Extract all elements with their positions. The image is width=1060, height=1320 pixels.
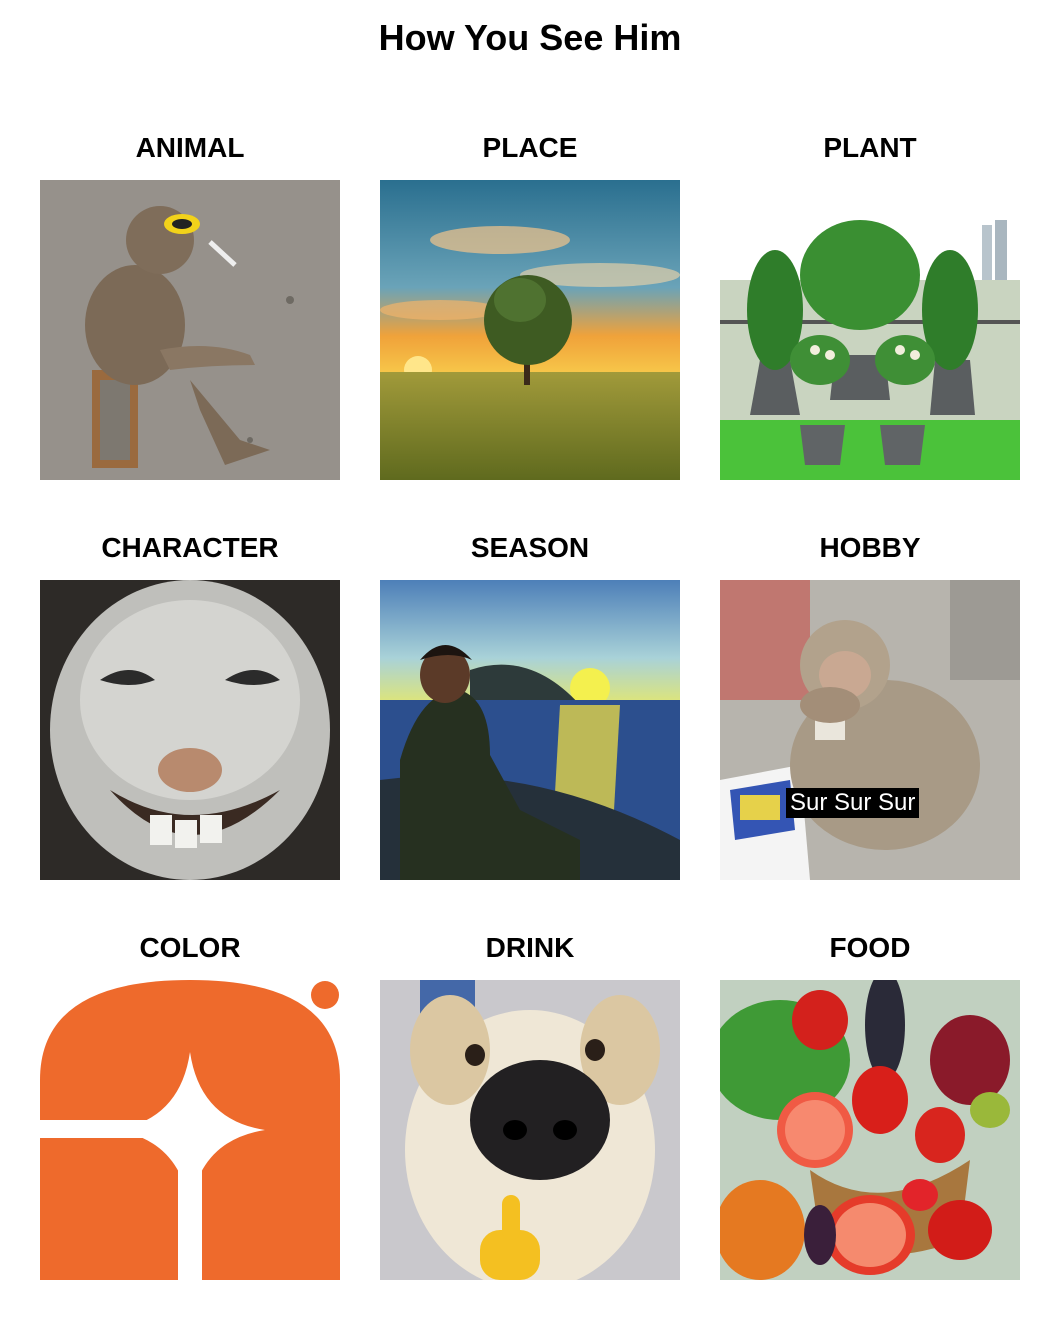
- cell-label: COLOR: [139, 932, 241, 963]
- cell-label: PLACE: [482, 132, 578, 163]
- orange-logo-image: [40, 980, 340, 1280]
- grid-cell-place: PLACE: [380, 128, 680, 480]
- grid-cell-drink: DRINK: [380, 928, 680, 1280]
- sunset-field-image: [380, 180, 680, 480]
- grid-cell-food: FOOD: [720, 928, 1020, 1280]
- sunset-lake-painting-image: [380, 580, 680, 880]
- grid-cell-character: CHARACTER: [40, 528, 340, 880]
- grid-cell-hobby: HOBBY Sur Sur Sur: [720, 528, 1020, 880]
- potted-plants-image: [720, 180, 1020, 480]
- page-title: How You See Him: [378, 17, 682, 58]
- fruits-vegetables-image: [720, 980, 1020, 1280]
- cell-label: HOBBY: [819, 532, 921, 563]
- puppy-image: [380, 980, 680, 1280]
- grid-cell-color: COLOR: [40, 928, 340, 1280]
- grid-cell-plant: PLANT: [720, 128, 1020, 480]
- cell-label: SEASON: [470, 532, 590, 563]
- cell-label: ANIMAL: [135, 132, 245, 163]
- smiling-animal-image: [40, 580, 340, 880]
- cell-label: PLANT: [823, 132, 917, 163]
- monkey-sniffing-image: Sur Sur Sur: [720, 580, 1020, 880]
- cell-label: FOOD: [829, 932, 911, 963]
- monkey-image: [40, 180, 340, 480]
- grid-cell-season: SEASON: [380, 528, 680, 880]
- cell-label: CHARACTER: [101, 532, 279, 563]
- cell-label: DRINK: [485, 932, 575, 963]
- video-caption: Sur Sur Sur: [786, 788, 920, 818]
- grid-cell-animal: ANIMAL: [40, 128, 340, 480]
